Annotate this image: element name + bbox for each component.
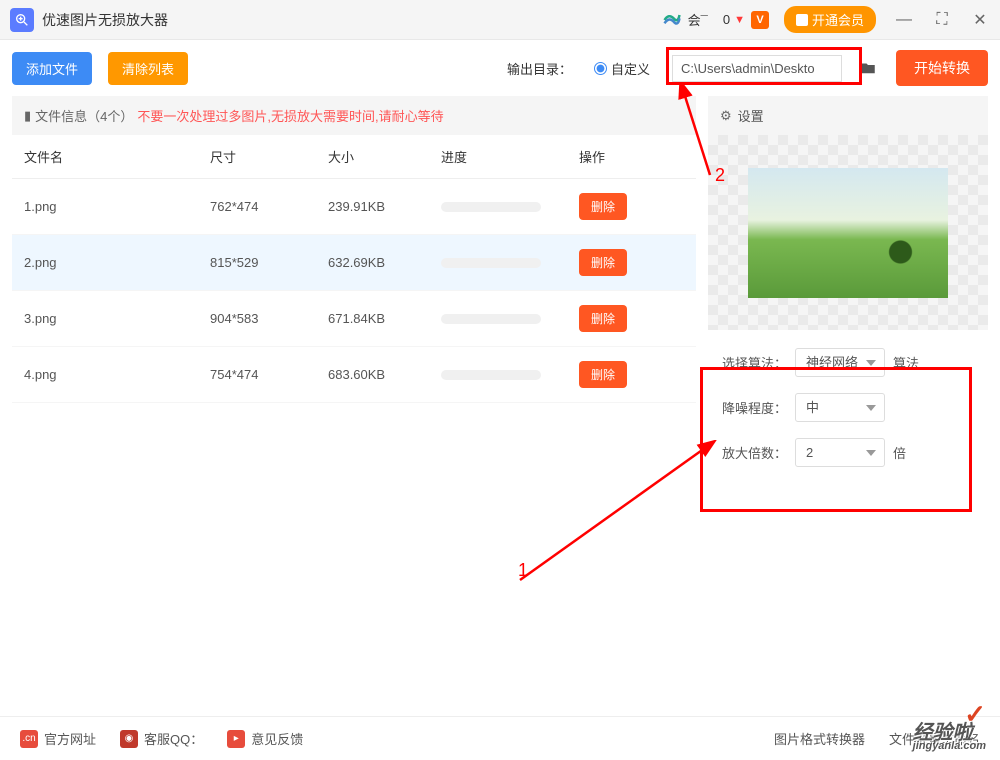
cell-progress <box>441 202 579 212</box>
preview-area <box>708 135 988 330</box>
algo-label: 选择算法： <box>722 353 787 372</box>
clear-list-button[interactable]: 清除列表 <box>108 52 188 85</box>
output-dir-label: 输出目录： <box>507 59 572 78</box>
format-converter-link[interactable]: 图片格式转换器 <box>774 729 865 748</box>
noise-label: 降噪程度： <box>722 398 787 417</box>
col-header-dim: 尺寸 <box>210 147 328 166</box>
website-icon: .cn <box>20 730 38 748</box>
cell-size: 632.69KB <box>328 255 441 270</box>
settings-panel: ⚙ 设置 选择算法： 神经网络 算法 降噪程度： 中 放大倍数： 2 倍 <box>708 96 988 696</box>
feedback-link[interactable]: ▸ 意见反馈 <box>227 729 303 748</box>
algo-select[interactable]: 神经网络 <box>795 348 885 377</box>
cell-name: 3.png <box>24 311 210 326</box>
settings-title: 设置 <box>738 106 764 125</box>
scale-suffix: 倍 <box>893 443 906 462</box>
app-title: 优速图片无损放大器 <box>42 10 662 30</box>
col-header-progress: 进度 <box>441 147 579 166</box>
toolbar: 添加文件 清除列表 输出目录： 自定义 开始转换 <box>0 40 1000 96</box>
maximize-button[interactable]: ⛶ <box>932 10 952 30</box>
app-icon <box>10 8 34 32</box>
qq-icon: ◉ <box>120 730 138 748</box>
vip-badge-icon: V <box>751 11 769 29</box>
brand-logo-icon <box>662 10 682 30</box>
title-bar: 优速图片无损放大器 会¯ 0 ▼ V 开通会员 — ⛶ ✕ <box>0 0 1000 40</box>
gear-icon: ⚙ <box>720 108 732 124</box>
annotation-number-2: 2 <box>715 165 725 186</box>
open-vip-button[interactable]: 开通会员 <box>784 6 876 33</box>
cell-name: 2.png <box>24 255 210 270</box>
col-header-name: 文件名 <box>24 147 210 166</box>
cell-progress <box>441 258 579 268</box>
annotation-number-1: 1 <box>518 560 528 581</box>
feedback-icon: ▸ <box>227 730 245 748</box>
table-row[interactable]: 2.png 815*529 632.69KB 删除 <box>12 235 696 291</box>
minimize-button[interactable]: — <box>894 10 914 30</box>
cell-size: 683.60KB <box>328 367 441 382</box>
noise-select[interactable]: 中 <box>795 393 885 422</box>
cell-progress <box>441 370 579 380</box>
add-file-button[interactable]: 添加文件 <box>12 52 92 85</box>
cell-dim: 762*474 <box>210 199 328 214</box>
cell-dim: 815*529 <box>210 255 328 270</box>
cell-progress <box>441 314 579 324</box>
browse-folder-button[interactable] <box>856 56 880 80</box>
cell-name: 4.png <box>24 367 210 382</box>
file-icon: ▮ <box>24 108 31 124</box>
delete-button[interactable]: 删除 <box>579 249 627 276</box>
watermark: 经验啦 jingyanla.com <box>913 724 986 752</box>
footer: .cn 官方网址 ◉ 客服QQ： ▸ 意见反馈 图片格式转换器 文件批量重命名 <box>0 716 1000 760</box>
qq-support-link[interactable]: ◉ 客服QQ： <box>120 729 203 748</box>
start-convert-button[interactable]: 开始转换 <box>896 50 988 86</box>
file-info-bar: ▮ 文件信息（4个） 不要一次处理过多图片,无损放大需要时间,请耐心等待 <box>12 96 696 135</box>
settings-header: ⚙ 设置 <box>708 96 988 135</box>
counter-number: 0 <box>723 12 730 27</box>
cell-dim: 754*474 <box>210 367 328 382</box>
custom-dir-radio-input[interactable] <box>594 62 607 75</box>
scale-label: 放大倍数： <box>722 443 787 462</box>
chevron-down-icon[interactable]: ▼ <box>734 14 745 26</box>
col-header-size: 大小 <box>328 147 441 166</box>
table-header: 文件名 尺寸 大小 进度 操作 <box>12 135 696 179</box>
cell-dim: 904*583 <box>210 311 328 326</box>
delete-button[interactable]: 删除 <box>579 193 627 220</box>
output-path-input[interactable] <box>672 55 842 82</box>
file-count-label: 文件信息（4个） <box>35 106 133 125</box>
delete-button[interactable]: 删除 <box>579 305 627 332</box>
settings-form: 选择算法： 神经网络 算法 降噪程度： 中 放大倍数： 2 倍 <box>708 330 988 501</box>
cell-size: 239.91KB <box>328 199 441 214</box>
col-header-op: 操作 <box>579 147 649 166</box>
algo-suffix: 算法 <box>893 353 919 372</box>
delete-button[interactable]: 删除 <box>579 361 627 388</box>
warning-text: 不要一次处理过多图片,无损放大需要时间,请耐心等待 <box>137 106 443 125</box>
close-button[interactable]: ✕ <box>970 10 990 30</box>
file-list-panel: ▮ 文件信息（4个） 不要一次处理过多图片,无损放大需要时间,请耐心等待 文件名… <box>12 96 696 696</box>
table-row[interactable]: 3.png 904*583 671.84KB 删除 <box>12 291 696 347</box>
scale-select[interactable]: 2 <box>795 438 885 467</box>
cell-name: 1.png <box>24 199 210 214</box>
table-body: 1.png 762*474 239.91KB 删除 2.png 815*529 … <box>12 179 696 696</box>
cell-size: 671.84KB <box>328 311 441 326</box>
custom-dir-radio[interactable]: 自定义 <box>594 59 650 78</box>
preview-image <box>748 168 948 298</box>
table-row[interactable]: 4.png 754*474 683.60KB 删除 <box>12 347 696 403</box>
table-row[interactable]: 1.png 762*474 239.91KB 删除 <box>12 179 696 235</box>
official-site-link[interactable]: .cn 官方网址 <box>20 729 96 748</box>
account-label[interactable]: 会¯ <box>688 10 708 29</box>
